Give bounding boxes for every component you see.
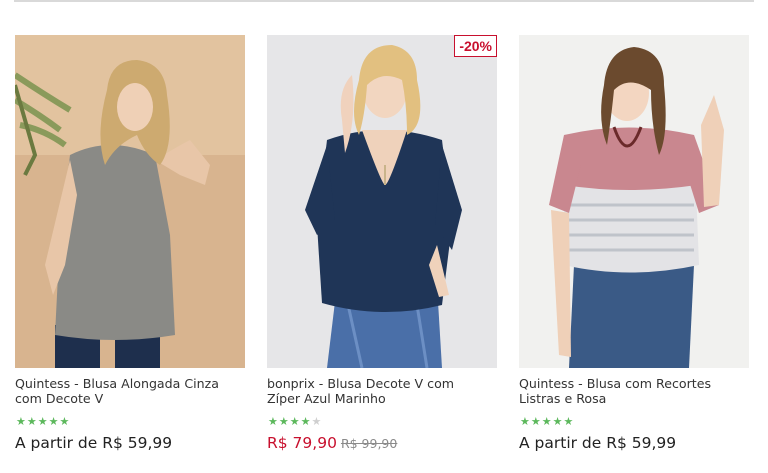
divider: [14, 0, 754, 2]
product-image[interactable]: [15, 35, 245, 368]
discount-badge: -20%: [454, 35, 497, 57]
price: A partir de R$ 59,99: [15, 434, 173, 452]
product-title[interactable]: Quintess - Blusa com Recortes Listras e …: [519, 376, 755, 406]
star-icon: ★: [48, 416, 60, 428]
product-grid: Quintess - Blusa Alongada Cinza com Deco…: [0, 0, 768, 473]
star-empty-icon: ★: [311, 416, 323, 428]
sale-price: R$ 79,90: [267, 434, 337, 452]
product-title-line: bonprix - Blusa Decote V com: [267, 376, 455, 391]
star-icon: ★: [530, 416, 542, 428]
product-title[interactable]: bonprix - Blusa Decote V com Zíper Azul …: [267, 376, 503, 406]
product-card[interactable]: Quintess - Blusa Alongada Cinza com Deco…: [15, 35, 245, 455]
star-icon: ★: [37, 416, 49, 428]
star-icon: ★: [520, 416, 531, 428]
star-half-icon: ★: [563, 416, 575, 428]
rating-stars: ★★★★★: [268, 416, 322, 428]
old-price: R$ 99,90: [340, 436, 398, 451]
star-icon: ★: [300, 416, 312, 428]
product-title-line: Listras e Rosa: [519, 391, 607, 406]
product-title-line: Quintess - Blusa com Recortes: [519, 376, 712, 391]
product-card[interactable]: Quintess - Blusa com Recortes Listras e …: [519, 35, 749, 455]
rating-stars: ★★★★★: [520, 416, 574, 428]
product-image[interactable]: [519, 35, 749, 368]
product-title[interactable]: Quintess - Blusa Alongada Cinza com Deco…: [15, 376, 251, 406]
product-title-line: com Decote V: [15, 391, 104, 406]
star-icon: ★: [26, 416, 38, 428]
price: A partir de R$ 59,99: [519, 434, 677, 452]
product-title-line: Zíper Azul Marinho: [267, 391, 386, 406]
price: R$ 79,90 R$ 99,90: [267, 433, 397, 454]
star-icon: ★: [16, 416, 27, 428]
product-card[interactable]: -20% bonprix - Blusa Decote V com Zíper …: [267, 35, 497, 455]
rating-stars: ★★★★★: [16, 416, 70, 428]
star-icon: ★: [268, 416, 279, 428]
star-icon: ★: [541, 416, 553, 428]
star-icon: ★: [289, 416, 301, 428]
star-icon: ★: [552, 416, 564, 428]
product-title-line: Quintess - Blusa Alongada Cinza: [15, 376, 219, 391]
star-icon: ★: [278, 416, 290, 428]
product-image[interactable]: -20%: [267, 35, 497, 368]
star-half-icon: ★: [59, 416, 71, 428]
